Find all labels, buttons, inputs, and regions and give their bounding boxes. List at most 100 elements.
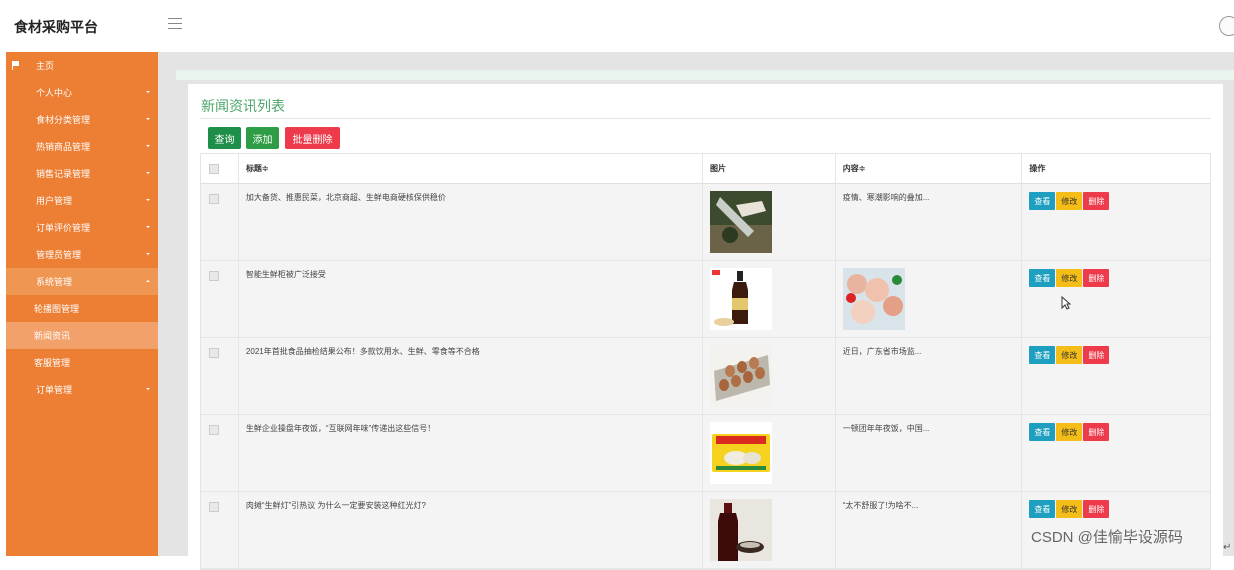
sidebar-item-personal-center[interactable]: 个人中心 — [6, 79, 158, 106]
grid-icon — [12, 115, 22, 125]
edit-button[interactable]: 修改 — [1056, 269, 1083, 287]
news-thumbnail-eggs — [710, 345, 772, 407]
column-header-content[interactable]: 内容≑ — [836, 154, 1023, 183]
delete-button[interactable]: 删除 — [1083, 269, 1110, 287]
sidebar-item-label: 订单评价管理 — [36, 223, 91, 233]
chevron-down-icon — [146, 172, 150, 174]
chevron-down-icon — [146, 145, 150, 147]
view-button[interactable]: 查看 — [1029, 423, 1056, 441]
sidebar-item-label: 食材分类管理 — [36, 115, 91, 125]
watermark: CSDN @佳愉毕设源码 — [1031, 529, 1183, 546]
news-title: 智能生鲜柜被广泛接受 — [245, 270, 326, 279]
delete-button[interactable]: 删除 — [1083, 423, 1110, 441]
news-content: 疫情、寒潮影响的叠加... — [842, 193, 930, 202]
chevron-down-icon — [146, 118, 150, 120]
chevron-down-icon — [146, 199, 150, 201]
news-content: 一顿团年年夜饭，中国... — [842, 424, 930, 433]
row-checkbox[interactable] — [209, 502, 219, 512]
sidebar-item-sales-records[interactable]: 销售记录管理 — [6, 160, 158, 187]
news-thumbnail-sauce — [710, 499, 772, 561]
sidebar-item-orders[interactable]: 订单管理 — [6, 376, 158, 403]
news-title: 2021年首批食品抽检结果公布！多款饮用水、生鲜、零食等不合格 — [245, 347, 480, 356]
mouse-cursor-icon — [1061, 295, 1072, 315]
search-button[interactable]: 查询 — [208, 127, 241, 149]
return-glyph: ↵ — [1223, 542, 1232, 553]
sidebar-item-label: 销售记录管理 — [36, 169, 91, 179]
delete-button[interactable]: 删除 — [1083, 192, 1110, 210]
edit-button[interactable]: 修改 — [1056, 423, 1083, 441]
column-header-image: 图片 — [703, 154, 836, 183]
sidebar-item-label: 订单管理 — [36, 385, 73, 395]
sidebar-subitem-carousel[interactable]: 轮播图管理 — [6, 295, 158, 322]
news-title: 肉摊“生鲜灯”引热议 为什么一定要安装这种红光灯? — [245, 501, 426, 510]
view-button[interactable]: 查看 — [1029, 500, 1056, 518]
view-button[interactable]: 查看 — [1029, 346, 1056, 364]
edit-button[interactable]: 修改 — [1056, 192, 1083, 210]
sidebar: 主页 个人中心 食材分类管理 热销商品管理 销售记录管理 用户管理 订单评价管理… — [6, 52, 158, 556]
sidebar-item-hot-products[interactable]: 热销商品管理 — [6, 133, 158, 160]
grid-icon — [12, 169, 22, 179]
row-checkbox[interactable] — [209, 271, 219, 281]
edit-button[interactable]: 修改 — [1056, 346, 1083, 364]
news-title: 生鲜企业操盘年夜饭，“互联网年味”传递出这些信号！ — [245, 424, 436, 433]
sidebar-item-admins[interactable]: 管理员管理 — [6, 241, 158, 268]
sidebar-item-label: 个人中心 — [36, 88, 73, 98]
table-row: 2021年首批食品抽检结果公布！多款饮用水、生鲜、零食等不合格 近日，广东省市场… — [201, 338, 1210, 415]
table-row: 智能生鲜柜被广泛接受 查看 修改 删除 — [201, 261, 1210, 338]
avatar[interactable] — [1219, 16, 1234, 36]
chevron-down-icon — [146, 226, 150, 228]
view-button[interactable]: 查看 — [1029, 192, 1056, 210]
table-row: 加大备货、推惠民菜，北京商超、生鲜电商硬核保供稳价 疫情、寒潮影响的叠加... … — [201, 184, 1210, 261]
news-content-image-seafood — [842, 268, 905, 330]
row-checkbox[interactable] — [209, 348, 219, 358]
news-title: 加大备货、推惠民菜，北京商超、生鲜电商硬核保供稳价 — [245, 193, 446, 202]
sidebar-subitem-label: 客服管理 — [34, 358, 71, 368]
grid-icon — [12, 385, 22, 395]
sidebar-item-label: 主页 — [36, 61, 55, 71]
sidebar-item-home[interactable]: 主页 — [6, 52, 158, 79]
view-button[interactable]: 查看 — [1029, 269, 1056, 287]
sidebar-item-system[interactable]: 系统管理 — [6, 268, 158, 295]
row-checkbox[interactable] — [209, 425, 219, 435]
sidebar-item-users[interactable]: 用户管理 — [6, 187, 158, 214]
select-all-checkbox[interactable] — [209, 163, 219, 174]
row-checkbox[interactable] — [209, 194, 219, 204]
divider — [200, 118, 1211, 119]
batch-delete-button[interactable]: 批量删除 — [285, 127, 340, 149]
delete-button[interactable]: 删除 — [1083, 500, 1110, 518]
grid-icon — [12, 88, 22, 98]
app-title: 食材采购平台 — [14, 19, 98, 35]
add-button[interactable]: 添加 — [246, 127, 279, 149]
delete-button[interactable]: 删除 — [1083, 346, 1110, 364]
grid-icon — [12, 142, 22, 152]
sidebar-item-label: 管理员管理 — [36, 250, 82, 260]
news-thumbnail-dumplings — [710, 422, 772, 484]
sidebar-item-order-reviews[interactable]: 订单评价管理 — [6, 214, 158, 241]
news-content: “太不舒服了!为啥不... — [842, 501, 919, 510]
content-strip — [176, 70, 1234, 80]
sidebar-subitem-label: 新闻资讯 — [34, 331, 71, 341]
sidebar-item-label: 用户管理 — [36, 196, 73, 206]
edit-button[interactable]: 修改 — [1056, 500, 1083, 518]
grid-icon — [12, 250, 22, 260]
table-header: 标题≑ 图片 内容≑ 操作 — [201, 154, 1210, 184]
flag-icon — [12, 60, 22, 71]
news-list-panel: 新闻资讯列表 查询 添加 批量删除 标题≑ 图片 内容≑ 操作 加大备货、推惠民… — [188, 84, 1223, 570]
chevron-down-icon — [146, 388, 150, 390]
menu-toggle-icon[interactable] — [168, 18, 182, 30]
grid-icon — [12, 277, 22, 287]
sidebar-item-ingredient-category[interactable]: 食材分类管理 — [6, 106, 158, 133]
news-table: 标题≑ 图片 内容≑ 操作 加大备货、推惠民菜，北京商超、生鲜电商硬核保供稳价 — [200, 153, 1211, 570]
sidebar-subitem-news[interactable]: 新闻资讯 — [6, 322, 158, 349]
sidebar-item-label: 热销商品管理 — [36, 142, 91, 152]
news-content: 近日，广东省市场监... — [842, 347, 922, 356]
sidebar-subitem-customer-service[interactable]: 客服管理 — [6, 349, 158, 376]
news-thumbnail-soy-sauce — [710, 268, 772, 330]
column-header-title[interactable]: 标题≑ — [239, 154, 703, 183]
top-bar: 食材采购平台 — [0, 0, 1234, 52]
column-header-actions: 操作 — [1029, 164, 1046, 173]
chevron-down-icon — [146, 91, 150, 93]
page-title: 新闻资讯列表 — [201, 98, 285, 114]
grid-icon — [12, 223, 22, 233]
news-thumbnail-fish — [710, 191, 772, 253]
